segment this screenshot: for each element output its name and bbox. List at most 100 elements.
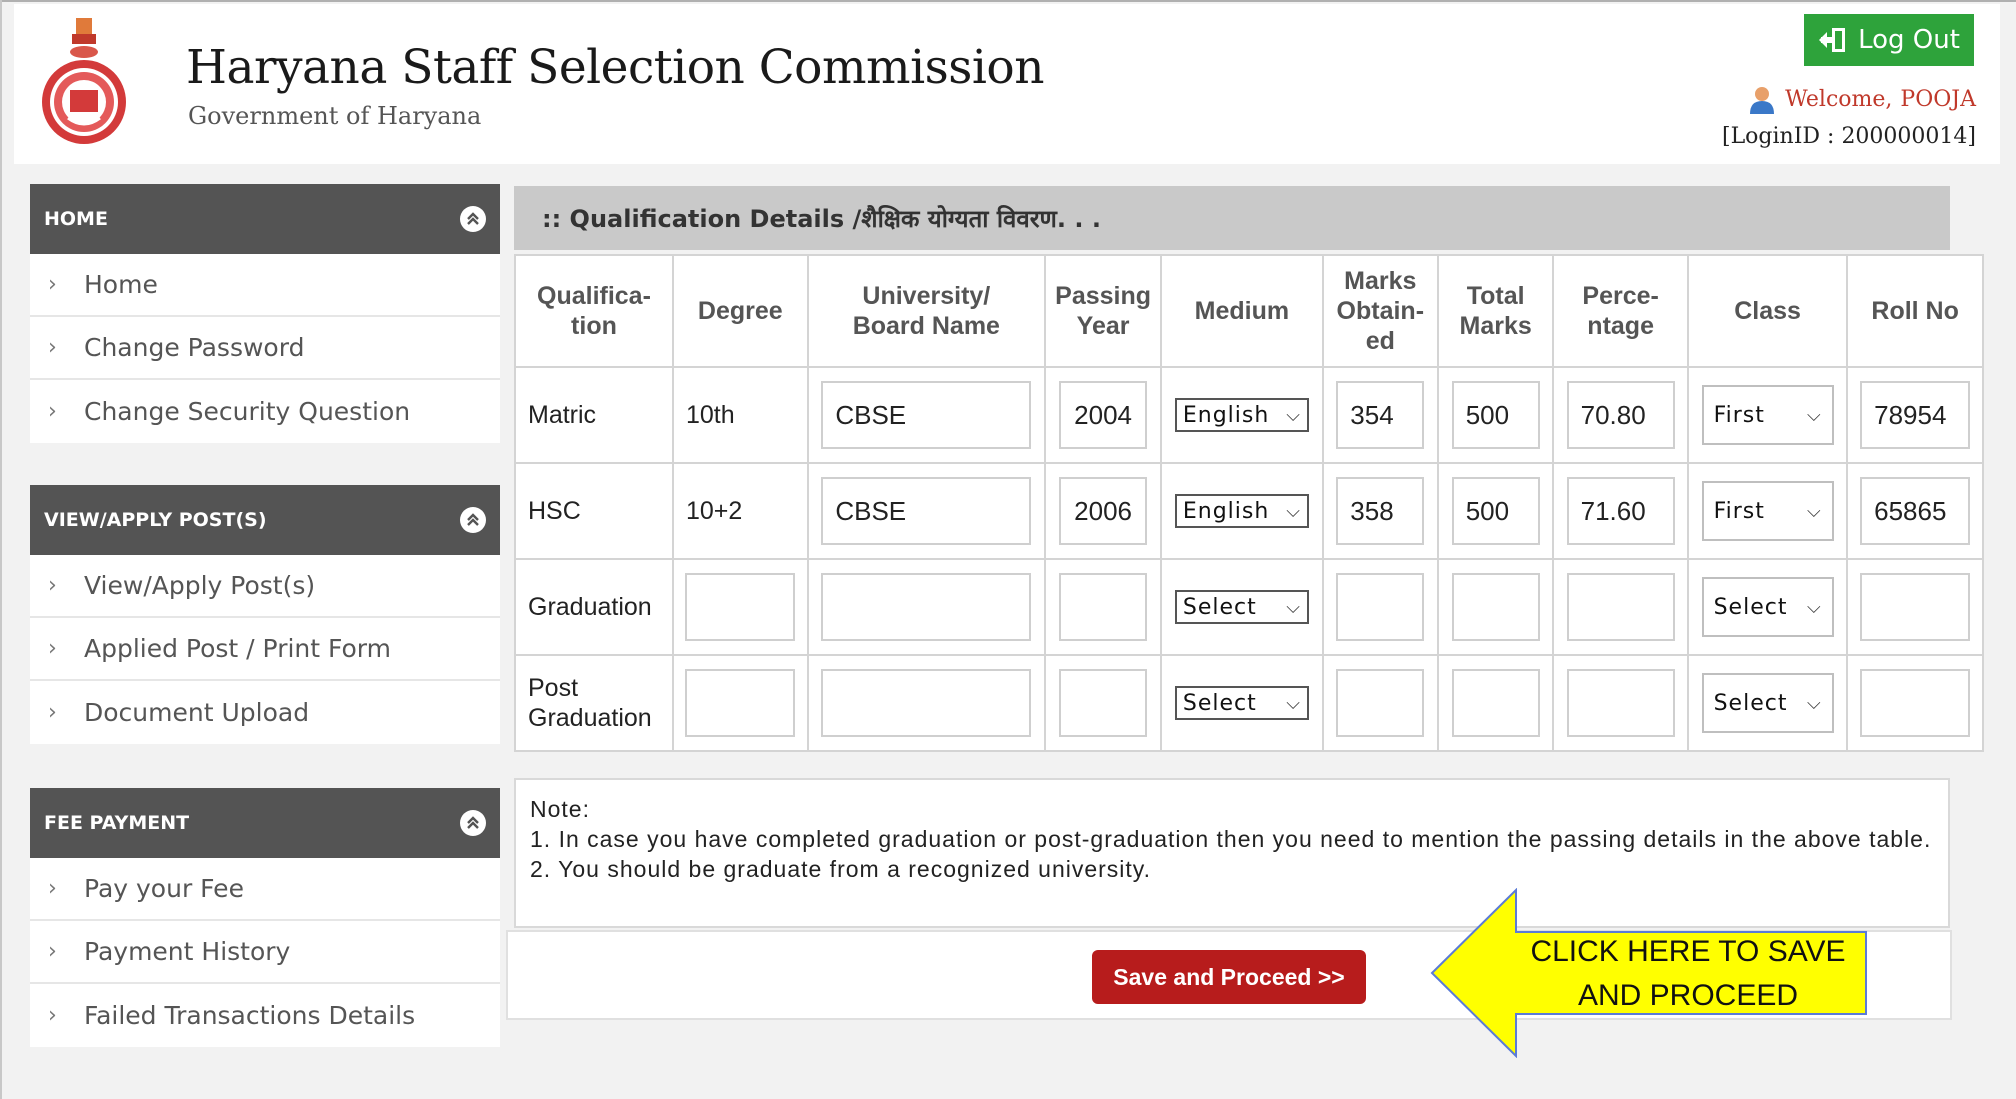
qualification-label: Matric [528, 400, 597, 429]
year-cell: 2006 [1044, 462, 1163, 560]
logout-label: Log Out [1858, 25, 1960, 55]
sidebar-item-home[interactable]: › Home [30, 254, 500, 317]
class-value: Select [1713, 690, 1788, 716]
class-cell: Select ⌵ [1686, 558, 1849, 656]
degree-value: 10+2 [685, 496, 743, 525]
sidebar-item-view-apply-posts[interactable]: › View/Apply Post(s) [30, 555, 500, 618]
medium-select[interactable]: English ⌵ [1174, 494, 1309, 528]
site-header: Haryana Staff Selection Commission Gover… [14, 4, 2000, 164]
collapse-icon[interactable] [460, 810, 486, 836]
chevron-right-icon: › [48, 573, 57, 598]
roll-no-input[interactable]: 65865 [1860, 477, 1971, 545]
col-percentage: Perce- ntage [1552, 254, 1689, 368]
medium-select[interactable]: English ⌵ [1174, 398, 1309, 432]
chevron-down-icon: ⌵ [1806, 404, 1822, 426]
section-title: :: Qualification Details /शैक्षिक योग्यत… [514, 186, 1950, 250]
class-select[interactable]: Select ⌵ [1701, 673, 1834, 733]
callout-text: CLICK HERE TO SAVE AND PROCEED [1530, 935, 1846, 1012]
percentage-input[interactable]: 70.80 [1566, 381, 1675, 449]
sidebar-item-change-security-question[interactable]: › Change Security Question [30, 380, 500, 443]
percentage-cell: 70.80 [1552, 366, 1689, 464]
passing-year-input[interactable]: 2004 [1059, 381, 1148, 449]
total-marks-input[interactable]: 500 [1451, 477, 1540, 545]
medium-select[interactable]: Select ⌵ [1174, 590, 1309, 624]
class-select[interactable]: First ⌵ [1701, 385, 1834, 445]
logout-button[interactable]: Log Out [1804, 14, 1974, 66]
passing-year-input[interactable]: 2006 [1059, 477, 1148, 545]
haryana-emblem-logo [42, 18, 126, 144]
collapse-icon[interactable] [460, 507, 486, 533]
panel-header-home[interactable]: HOME [30, 184, 500, 254]
roll-no-input[interactable]: 78954 [1860, 381, 1971, 449]
total-marks-input[interactable] [1451, 573, 1540, 641]
marks-cell [1321, 654, 1439, 752]
sidebar-item-label: Applied Post / Print Form [84, 634, 391, 663]
total-marks-input[interactable]: 500 [1451, 381, 1540, 449]
percentage-input[interactable] [1566, 573, 1675, 641]
marks-input[interactable] [1336, 669, 1425, 737]
degree-cell: 10th [671, 366, 809, 464]
passing-year-input[interactable] [1059, 573, 1148, 641]
sidebar-item-label: Change Security Question [84, 397, 411, 426]
roll-no-input[interactable] [1860, 573, 1971, 641]
year-cell [1044, 654, 1163, 752]
site-subtitle: Government of Haryana [188, 102, 482, 130]
collapse-icon[interactable] [460, 206, 486, 232]
roll-cell: 65865 [1846, 462, 1984, 560]
save-and-proceed-button[interactable]: Save and Proceed >> [1092, 950, 1366, 1004]
table-row: Matric 10th CBSE 2004 English ⌵ 354 500 7… [514, 366, 1984, 464]
sidebar-item-applied-post[interactable]: › Applied Post / Print Form [30, 618, 500, 681]
sidebar-panel-view-apply: VIEW/APPLY POST(S) › View/Apply Post(s) ›… [30, 485, 500, 744]
total-cell: 500 [1436, 462, 1555, 560]
top-border [0, 0, 2016, 2]
marks-input[interactable]: 354 [1336, 381, 1425, 449]
sidebar-item-label: Change Password [84, 333, 305, 362]
col-degree: Degree [671, 254, 809, 368]
sidebar-item-document-upload[interactable]: › Document Upload [30, 681, 500, 744]
chevron-down-icon: ⌵ [1806, 596, 1822, 618]
sidebar-item-pay-fee[interactable]: › Pay your Fee [30, 858, 500, 921]
university-input[interactable]: CBSE [821, 381, 1032, 449]
site-title: Haryana Staff Selection Commission [186, 40, 1045, 95]
panel-title: VIEW/APPLY POST(S) [44, 509, 267, 531]
passing-year-input[interactable] [1059, 669, 1148, 737]
marks-input[interactable]: 358 [1336, 477, 1425, 545]
percentage-input[interactable] [1566, 669, 1675, 737]
medium-value: English [1182, 402, 1270, 428]
percentage-cell [1552, 654, 1689, 752]
university-input[interactable]: CBSE [821, 477, 1032, 545]
table-row: Graduation Select ⌵ Select ⌵ [514, 558, 1984, 656]
chevron-down-icon: ⌵ [1286, 500, 1301, 522]
panel-header-view-apply[interactable]: VIEW/APPLY POST(S) [30, 485, 500, 555]
sidebar-item-payment-history[interactable]: › Payment History [30, 921, 500, 984]
university-input[interactable] [821, 669, 1032, 737]
user-name: POOJA [1900, 86, 1976, 112]
degree-input[interactable] [685, 573, 796, 641]
chevron-down-icon: ⌵ [1286, 596, 1301, 618]
total-cell: 500 [1436, 366, 1555, 464]
percentage-input[interactable]: 71.60 [1566, 477, 1675, 545]
medium-value: Select [1182, 594, 1257, 620]
chevron-down-icon: ⌵ [1806, 692, 1822, 714]
class-select[interactable]: Select ⌵ [1701, 577, 1834, 637]
sidebar-item-label: Pay your Fee [84, 874, 244, 903]
marks-input[interactable] [1336, 573, 1425, 641]
medium-select[interactable]: Select ⌵ [1174, 686, 1309, 720]
total-marks-input[interactable] [1451, 669, 1540, 737]
chevron-down-icon: ⌵ [1806, 500, 1822, 522]
panel-header-fee-payment[interactable]: FEE PAYMENT [30, 788, 500, 858]
sidebar-item-change-password[interactable]: › Change Password [30, 317, 500, 380]
degree-input[interactable] [685, 669, 796, 737]
roll-no-input[interactable] [1860, 669, 1971, 737]
sidebar-item-label: Payment History [84, 937, 291, 966]
sidebar-item-failed-transactions[interactable]: › Failed Transactions Details [30, 984, 500, 1047]
class-select[interactable]: First ⌵ [1701, 481, 1834, 541]
university-cell: CBSE [806, 366, 1047, 464]
chevron-down-icon: ⌵ [1286, 692, 1301, 714]
page: Haryana Staff Selection Commission Gover… [0, 0, 2016, 1099]
class-value: First [1713, 402, 1765, 428]
class-cell: First ⌵ [1686, 462, 1849, 560]
sidebar-panel-fee-payment: FEE PAYMENT › Pay your Fee › Payment Histo… [30, 788, 500, 1047]
university-input[interactable] [821, 573, 1032, 641]
sidebar: HOME › Home › Change Password › Change Secu… [30, 184, 500, 1087]
